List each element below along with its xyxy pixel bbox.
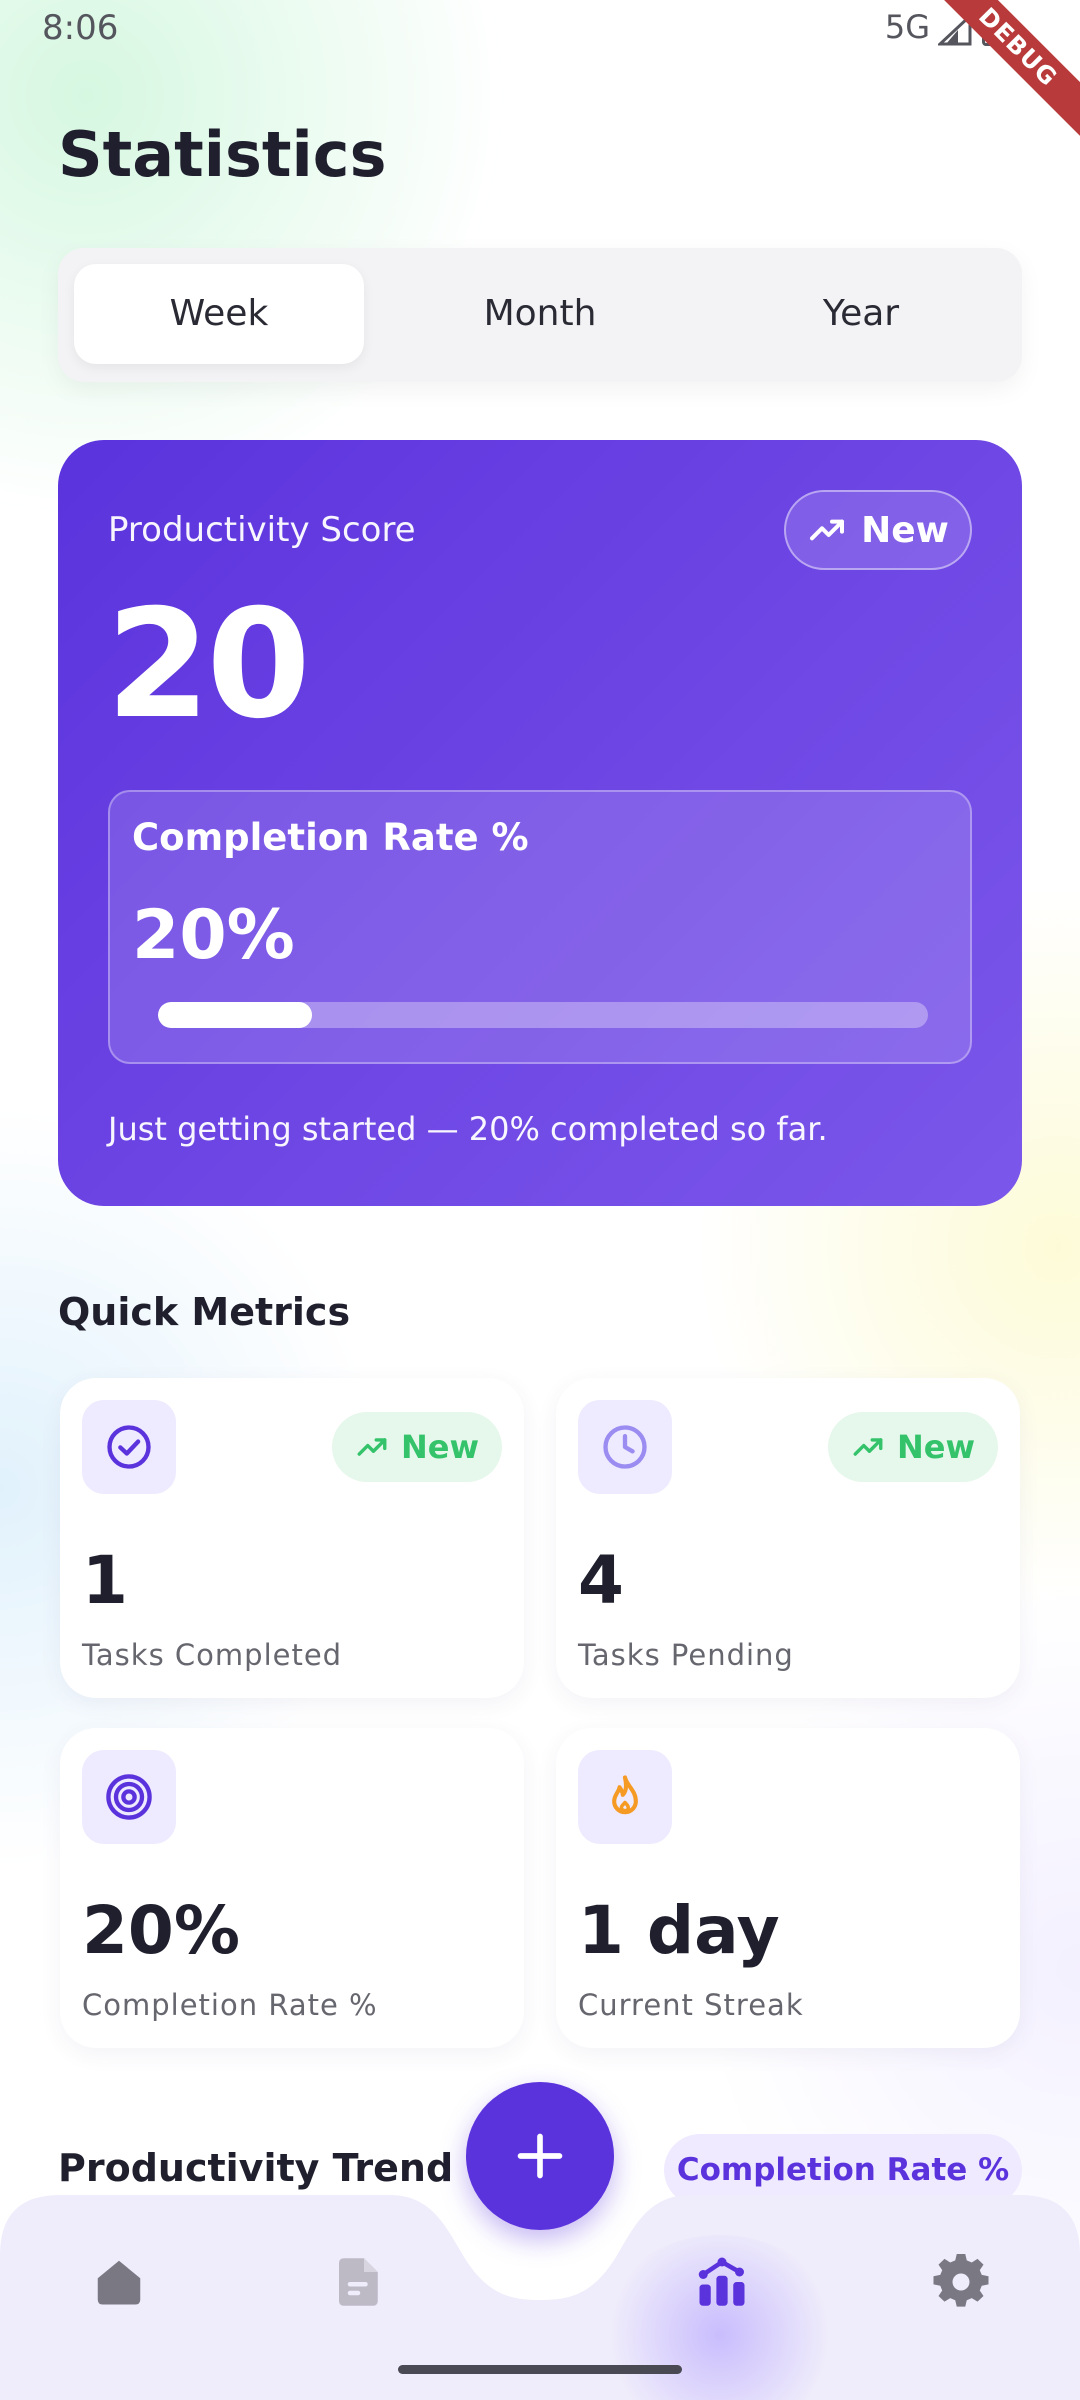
clock-icon <box>603 1425 647 1469</box>
metric-trend-badge: New <box>332 1412 502 1482</box>
metric-badge-label: New <box>400 1428 480 1466</box>
settings-icon <box>933 2253 989 2307</box>
metric-value: 1 <box>82 1542 128 1619</box>
metric-label: Completion Rate % <box>82 1988 378 2022</box>
metric-label: Tasks Completed <box>82 1638 343 1672</box>
flame-icon <box>612 1775 638 1815</box>
metric-badge-label: New <box>896 1428 976 1466</box>
metric-icon-container <box>578 1400 672 1494</box>
metric-card-tasks-completed[interactable]: New 1 Tasks Completed <box>60 1378 524 1698</box>
nav-statistics[interactable] <box>677 2237 767 2327</box>
completion-rate-label: Completion Rate % <box>132 816 529 859</box>
page-title: Statistics <box>58 118 387 191</box>
target-icon <box>106 1774 152 1820</box>
completion-progress-fill <box>158 1002 312 1028</box>
home-indicator[interactable] <box>398 2365 682 2374</box>
nav-home[interactable] <box>74 2237 164 2327</box>
nav-settings[interactable] <box>916 2237 1006 2327</box>
score-trend-badge: New <box>784 490 972 570</box>
metric-trend-badge: New <box>828 1412 998 1482</box>
tab-week[interactable]: Week <box>74 264 364 364</box>
metric-icon-container <box>82 1400 176 1494</box>
metric-card-completion-rate[interactable]: 20% Completion Rate % <box>60 1728 524 2048</box>
check-circle-icon <box>107 1425 151 1469</box>
metric-value: 4 <box>578 1542 624 1619</box>
metric-label: Current Streak <box>578 1988 804 2022</box>
plus-icon <box>517 2133 563 2179</box>
home-icon <box>97 2260 141 2305</box>
trending-up-icon <box>853 1438 883 1456</box>
document-icon <box>339 2258 378 2306</box>
metric-value: 1 day <box>578 1892 780 1969</box>
metric-icon-container <box>578 1750 672 1844</box>
score-trend-label: New <box>861 509 949 551</box>
trending-up-icon <box>357 1438 387 1456</box>
network-type: 5G <box>884 8 930 46</box>
productivity-score-card: Productivity Score New 20 Completion Rat… <box>58 440 1022 1206</box>
metric-card-current-streak[interactable]: 1 day Current Streak <box>556 1728 1020 2048</box>
period-selector: Week Month Year <box>58 248 1022 382</box>
tab-year[interactable]: Year <box>716 264 1006 364</box>
metric-icon-container <box>82 1750 176 1844</box>
productivity-trend-title: Productivity Trend <box>58 2146 454 2190</box>
metric-value: 20% <box>82 1892 240 1969</box>
score-label: Productivity Score <box>108 510 416 550</box>
completion-rate-value: 20% <box>132 896 295 975</box>
productivity-score-value: 20 <box>106 578 311 752</box>
completion-progress-bar <box>158 1002 928 1028</box>
metric-card-tasks-pending[interactable]: New 4 Tasks Pending <box>556 1378 1020 1698</box>
tab-month[interactable]: Month <box>395 264 685 364</box>
score-note: Just getting started — 20% completed so … <box>108 1110 828 1148</box>
quick-metrics-title: Quick Metrics <box>58 1290 351 1334</box>
add-task-button[interactable] <box>466 2082 614 2230</box>
nav-documents[interactable] <box>314 2237 404 2327</box>
statistics-icon <box>698 2257 745 2306</box>
completion-rate-box: Completion Rate % 20% <box>108 790 972 1064</box>
trending-up-icon <box>810 519 845 541</box>
metric-label: Tasks Pending <box>578 1638 794 1672</box>
status-bar: 8:06 5G <box>0 0 1080 60</box>
status-time: 8:06 <box>42 8 119 48</box>
